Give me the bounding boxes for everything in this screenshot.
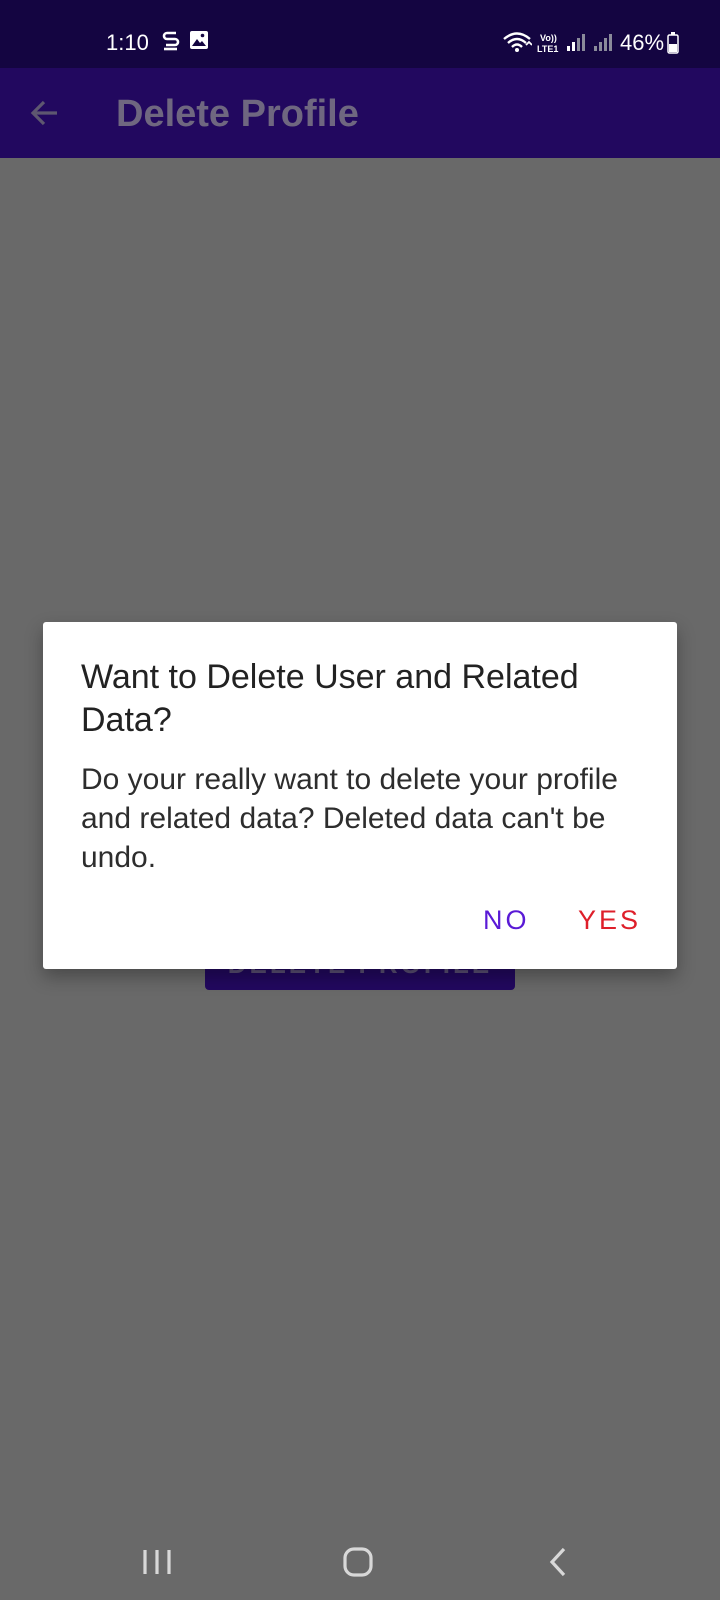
page-title: Delete Profile bbox=[116, 93, 359, 135]
battery-icon bbox=[667, 32, 679, 54]
dialog-title: Want to Delete User and Related Data? bbox=[81, 658, 579, 739]
s-circle-icon bbox=[162, 31, 180, 51]
dialog-message: Do your really want to delete your profi… bbox=[81, 763, 618, 874]
back-arrow-icon[interactable] bbox=[28, 96, 62, 130]
wifi-icon bbox=[503, 32, 532, 52]
navigation-bar bbox=[0, 1524, 720, 1600]
confirm-delete-dialog: Want to Delete User and Related Data? Do… bbox=[43, 622, 677, 969]
yes-button[interactable]: YES bbox=[578, 902, 641, 938]
image-icon bbox=[190, 31, 208, 49]
app-bar: Delete Profile bbox=[0, 68, 720, 158]
home-icon[interactable] bbox=[338, 1544, 378, 1580]
signal-icon bbox=[567, 34, 585, 51]
battery-percentage: 46% bbox=[620, 30, 665, 55]
volte-icon: Vo)) LTE1 bbox=[537, 33, 558, 54]
svg-text:LTE1: LTE1 bbox=[537, 44, 558, 54]
no-button[interactable]: NO bbox=[483, 902, 530, 938]
svg-text:Vo)): Vo)) bbox=[540, 33, 557, 43]
signal-icon bbox=[594, 34, 612, 51]
recent-apps-icon[interactable] bbox=[137, 1544, 177, 1580]
status-time: 1:10 bbox=[106, 30, 149, 55]
status-bar: 1:10 Vo)) LTE1 46% bbox=[0, 0, 720, 68]
back-icon[interactable] bbox=[540, 1544, 580, 1580]
